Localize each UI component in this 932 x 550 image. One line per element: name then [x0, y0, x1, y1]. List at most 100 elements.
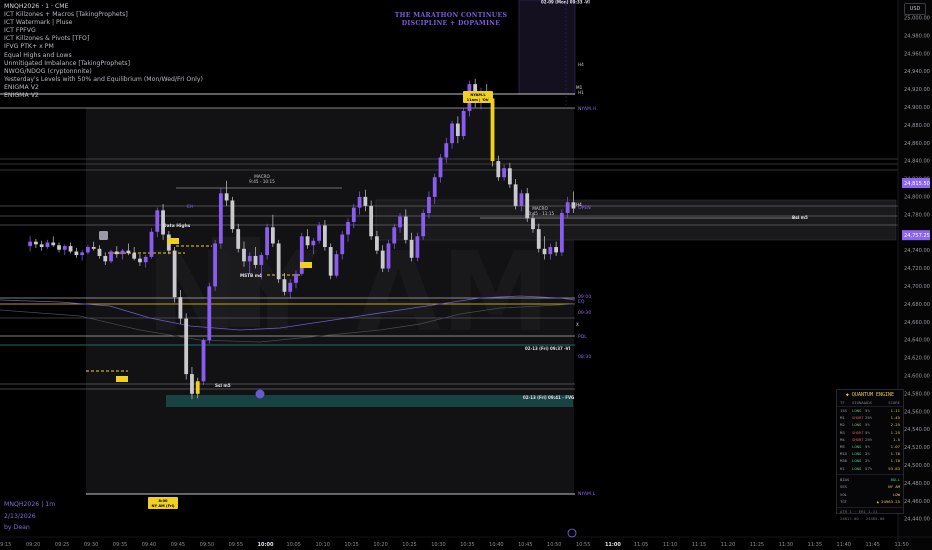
candle-body [536, 229, 541, 249]
price-tick-label: 24,460.00 [904, 499, 930, 505]
engine-cell: M1 [840, 415, 845, 421]
time-level-label: 09:30 [578, 310, 591, 316]
indicator-item[interactable]: ENIGMA V2 [4, 92, 203, 100]
time-tick-label: 09:15 [0, 542, 11, 548]
engine-cell: SHORT [852, 429, 864, 435]
session-box-label: 02-09 (Mon) 09:33 -VI [541, 0, 590, 5]
summary-value: BULL [890, 476, 900, 482]
indicator-item[interactable]: ICT Watermark | Pluse [4, 19, 203, 27]
candle-body [288, 282, 293, 292]
candle-body [224, 193, 229, 201]
candle-body [421, 213, 426, 237]
candle-body [496, 161, 501, 178]
engine-cell: LONG [852, 422, 862, 428]
engine-row: M5 LONG 5% 1.07 [837, 443, 903, 450]
header-cell: SCORE [888, 400, 900, 405]
engine-row: M30 LONG 2% 1.70 [837, 457, 903, 464]
panel-footer-1: ATR 1 · ERI 1.11 [837, 507, 903, 515]
engine-cell: LONG [852, 444, 862, 450]
price-tick-label: 24,720.00 [904, 266, 930, 272]
engine-cell: SHORT [852, 436, 864, 442]
indicator-item[interactable]: ICT Killzones & Pivots [TFO] [4, 35, 203, 43]
candle-body [369, 205, 374, 237]
candle-body [190, 374, 194, 394]
fvg-box-label: 02-13 (Fri) 09:41 - FVG [523, 395, 574, 400]
indicator-item[interactable]: NWOG/NDOG (cryptonnnite) [4, 68, 203, 76]
engine-row: H1 LONG 57% 53.83 [837, 465, 903, 472]
candle-body [490, 98, 495, 162]
m1-marker: M1 [576, 85, 583, 90]
header-cell: SIGNAL [852, 400, 867, 405]
header-cell: TF [840, 400, 845, 405]
price-tick-label: 24,500.00 [904, 463, 930, 469]
time-tick-label: 11:40 [837, 542, 851, 548]
time-tick-label: 10:10 [315, 542, 329, 548]
candle-body [155, 210, 160, 232]
candle-body [455, 123, 460, 137]
currency-button[interactable]: USD [904, 3, 926, 15]
candle-body [565, 202, 570, 214]
panel-title: ◆ QUANTUM ENGINE [845, 392, 895, 398]
imbalance-marker [116, 376, 128, 382]
time-tick-label: 10:55 [576, 542, 590, 548]
candle-body [62, 246, 67, 250]
summary-row: BIAS BULL [837, 476, 903, 483]
price-tick-label: 24,980.00 [904, 33, 930, 39]
ssl-label: Ssl m5 [215, 383, 231, 388]
nyam-high-label: NYAM.H [578, 106, 596, 112]
candle-body [253, 255, 258, 265]
candle-body [409, 239, 414, 258]
candle-body [259, 255, 264, 265]
engine-cell: 1.45 [890, 415, 900, 421]
symbol-line[interactable]: MNQH2026 · 1 · CME [4, 3, 203, 11]
candle-body [317, 225, 322, 241]
indicator-item[interactable]: Yesterday's Levels with 50% and Equilibr… [4, 76, 203, 84]
candle-body [571, 202, 576, 209]
candle-body [427, 196, 431, 214]
engine-cell: 1.25 [890, 429, 900, 435]
macro-label: 10:45 - 11:15 [526, 211, 555, 216]
candle-body [357, 196, 362, 208]
engine-row: M4 SHORT 25% 1.5 [837, 436, 903, 443]
panel-summary: BIAS BULL SES NY AM VOL LOW TGT ▲ 24963.25 [837, 473, 903, 506]
candle-body [138, 258, 142, 263]
h4-label: H4 [578, 62, 584, 67]
indicator-item[interactable]: ICT FPFVG [4, 27, 203, 35]
price-tick-label: 24,480.00 [904, 481, 930, 487]
candle-body [513, 184, 518, 206]
candle-body [28, 241, 33, 247]
panel-rows: 15S LONG 5% 1.11 M1 SHORT 25% 1.45 M2 LONG 5% 2.25 M… [837, 407, 903, 472]
engine-row: M1 SHORT 25% 1.45 [837, 414, 903, 421]
time-tick-label: 10:30 [431, 542, 445, 548]
candle-body [340, 234, 345, 255]
motto-line: DISCIPLINE + DOPAMINE [401, 19, 501, 27]
time-tick-label: 10:20 [373, 542, 387, 548]
indicator-item[interactable]: ENIGMA V2 [4, 84, 203, 92]
candle-body [236, 229, 241, 249]
time-tick-label: 10:00 [258, 542, 274, 548]
time-tick-label: 10:25 [402, 542, 416, 548]
time-tick-label: 09:50 [200, 542, 214, 548]
price-tick-label: 24,800.00 [904, 195, 930, 201]
time-tick-label: 09:55 [229, 542, 243, 548]
engine-cell: M30 [840, 458, 848, 464]
time-tick-label: 10:15 [344, 542, 358, 548]
candle-body [265, 227, 269, 256]
candle-body [86, 247, 90, 253]
indicator-item[interactable]: IFVG PTK+ x PM [4, 43, 203, 51]
candle-body [375, 236, 379, 251]
engine-cell: M15 [840, 451, 848, 457]
signal-marker [99, 231, 108, 240]
indicator-item[interactable]: Unmitigated Imbalance [TakingProphets] [4, 60, 203, 68]
engine-cell: 5% [865, 429, 870, 435]
engine-cell: 1.5 [892, 436, 900, 442]
panel-footer-2: 24817.00 · 24485.00 [840, 516, 885, 522]
candle-body [149, 231, 154, 257]
session-tag-label: NY AM (Fri) [152, 504, 175, 508]
candle-body [57, 245, 61, 250]
candle-body [282, 279, 287, 292]
indicator-item[interactable]: ICT Killzones + Macros [TakingProphets] [4, 11, 203, 19]
indicator-item[interactable]: Equal Highs and Lows [4, 52, 203, 60]
engine-cell: 53.83 [888, 465, 900, 471]
candle-body [363, 196, 368, 206]
